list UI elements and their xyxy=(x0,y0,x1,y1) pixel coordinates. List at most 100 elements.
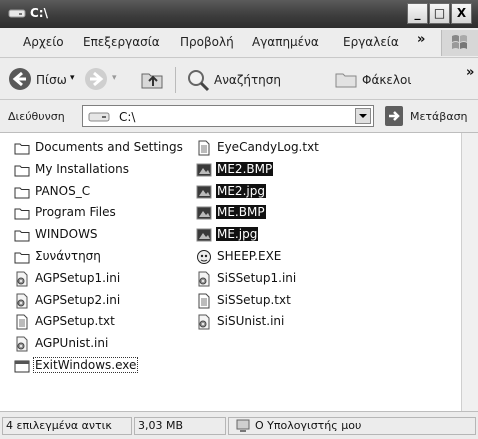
file-item[interactable]: ME.jpg xyxy=(196,226,376,244)
search-button[interactable]: Αναζήτηση xyxy=(180,64,330,94)
folder-icon xyxy=(14,227,30,243)
status-location: Ο Υπολογιστής μου xyxy=(228,417,476,435)
title-bar[interactable]: C:\ _ □ X xyxy=(0,0,478,28)
image-file-icon xyxy=(196,184,212,200)
maximize-button[interactable]: □ xyxy=(429,3,450,24)
status-selection-count: 4 επιλεγμένα αντικ xyxy=(2,417,132,435)
status-location-label: Ο Υπολογιστής μου xyxy=(255,419,362,432)
go-label[interactable]: Μετάβαση xyxy=(410,110,468,123)
file-item[interactable]: WINDOWS xyxy=(14,226,194,244)
image-file-icon xyxy=(196,227,212,243)
address-label: Διεύθυνση xyxy=(8,110,65,123)
minimize-button[interactable]: _ xyxy=(407,3,428,24)
forward-dropdown-icon[interactable]: ▾ xyxy=(112,73,117,83)
menu-view[interactable]: Προβολή xyxy=(180,35,234,49)
back-label: Πίσω xyxy=(36,73,67,87)
computer-icon xyxy=(236,419,250,432)
folders-icon xyxy=(335,73,357,88)
file-name: ME.BMP xyxy=(216,205,266,220)
menu-edit[interactable]: Επεξεργασία xyxy=(83,35,160,49)
file-item[interactable]: SiSUnist.ini xyxy=(196,313,376,331)
file-item[interactable]: AGPSetup.txt xyxy=(14,313,194,331)
file-name: SiSUnist.ini xyxy=(217,314,285,329)
close-button[interactable]: X xyxy=(451,3,472,24)
menu-favorites[interactable]: Αγαπημένα xyxy=(252,35,319,49)
chevron-down-icon xyxy=(359,114,367,118)
folder-icon xyxy=(14,162,30,178)
menu-overflow-chevron[interactable]: » xyxy=(417,32,425,47)
status-size: 3,03 MB xyxy=(134,417,226,435)
file-name: ME2.jpg xyxy=(216,183,266,198)
sheep-exe-icon xyxy=(196,249,212,265)
file-name: AGPSetup2.ini xyxy=(35,292,121,307)
vertical-scrollbar[interactable] xyxy=(462,133,478,411)
status-bar: 4 επιλεγμένα αντικ 3,03 MB Ο Υπολογιστής… xyxy=(0,411,478,439)
file-name: AGPSetup1.ini xyxy=(35,270,121,285)
ini-file-icon xyxy=(14,293,30,309)
standard-toolbar: Πίσω ▾ ▾ Αναζήτηση Φάκελοι » xyxy=(0,59,478,100)
forward-button[interactable]: ▾ xyxy=(82,64,130,94)
folder-icon xyxy=(14,249,30,265)
file-item[interactable]: ME.BMP xyxy=(196,204,376,222)
menu-file[interactable]: Αρχείο xyxy=(23,35,64,49)
folder-icon xyxy=(14,140,30,156)
file-item[interactable]: PANOS_C xyxy=(14,183,194,201)
exe-icon xyxy=(14,358,30,374)
menu-tools[interactable]: Εργαλεία xyxy=(343,35,399,49)
file-item[interactable]: SiSSetup.txt xyxy=(196,292,376,310)
file-item[interactable]: My Installations xyxy=(14,161,194,179)
image-file-icon xyxy=(196,162,212,178)
folders-button[interactable]: Φάκελοι xyxy=(330,64,440,94)
file-list-view[interactable]: Documents and Settings My Installations PA… xyxy=(0,133,462,411)
folders-label: Φάκελοι xyxy=(362,73,412,87)
file-name: Documents and Settings xyxy=(35,140,183,154)
address-input[interactable]: C:\ xyxy=(82,105,374,127)
image-file-icon xyxy=(196,205,212,221)
address-dropdown-button[interactable] xyxy=(355,108,371,124)
file-item[interactable]: AGPSetup1.ini xyxy=(14,270,194,288)
toolbar-overflow-chevron[interactable]: » xyxy=(466,65,474,80)
file-item[interactable]: AGPSetup2.ini xyxy=(14,292,194,310)
menu-bar: Αρχείο Επεξεργασία Προβολή Αγαπημένα Εργ… xyxy=(0,28,478,58)
file-name: SiSSetup1.ini xyxy=(217,270,297,285)
file-name: AGPUnist.ini xyxy=(35,336,109,351)
toolbar-separator xyxy=(175,67,176,93)
file-name: Συνάντηση xyxy=(35,249,101,263)
search-icon xyxy=(188,70,210,92)
text-file-icon xyxy=(14,314,30,330)
go-button[interactable] xyxy=(385,106,403,126)
file-item[interactable]: SHEEP.EXE xyxy=(196,248,376,266)
windows-logo-icon xyxy=(441,30,478,56)
go-arrow-icon xyxy=(389,111,400,121)
forward-arrow-icon xyxy=(85,68,107,90)
file-item[interactable]: Program Files xyxy=(14,204,194,222)
file-item[interactable]: Documents and Settings xyxy=(14,139,194,157)
ini-file-icon xyxy=(14,336,30,352)
ini-file-icon xyxy=(14,271,30,287)
file-item[interactable]: ExitWindows.exe xyxy=(14,357,194,375)
file-name: PANOS_C xyxy=(35,183,91,198)
file-item[interactable]: ME2.BMP xyxy=(196,161,376,179)
back-arrow-icon xyxy=(9,68,31,90)
file-name: SiSSetup.txt xyxy=(217,292,291,307)
back-dropdown-icon[interactable]: ▾ xyxy=(70,73,75,83)
up-folder-icon[interactable] xyxy=(140,68,164,90)
file-name: EyeCandyLog.txt xyxy=(217,140,319,154)
drive-icon xyxy=(8,9,26,18)
file-item[interactable]: SiSSetup1.ini xyxy=(196,270,376,288)
explorer-window: C:\ _ □ X Αρχείο Επεξεργασία Προβολή Αγα… xyxy=(0,0,478,439)
address-value: C:\ xyxy=(119,110,136,124)
file-item[interactable]: EyeCandyLog.txt xyxy=(196,139,376,157)
window-title: C:\ xyxy=(30,6,48,20)
file-item[interactable]: Συνάντηση xyxy=(14,248,194,266)
ini-file-icon xyxy=(196,271,212,287)
file-name: ME2.BMP xyxy=(216,161,274,176)
address-bar: Διεύθυνση C:\ Μετάβαση xyxy=(0,100,478,133)
file-item[interactable]: AGPUnist.ini xyxy=(14,335,194,353)
folder-icon xyxy=(14,184,30,200)
text-file-icon xyxy=(196,140,212,156)
file-name: My Installations xyxy=(35,161,129,176)
file-item[interactable]: ME2.jpg xyxy=(196,183,376,201)
file-name: ExitWindows.exe xyxy=(32,357,139,373)
file-name: ME.jpg xyxy=(216,227,259,242)
